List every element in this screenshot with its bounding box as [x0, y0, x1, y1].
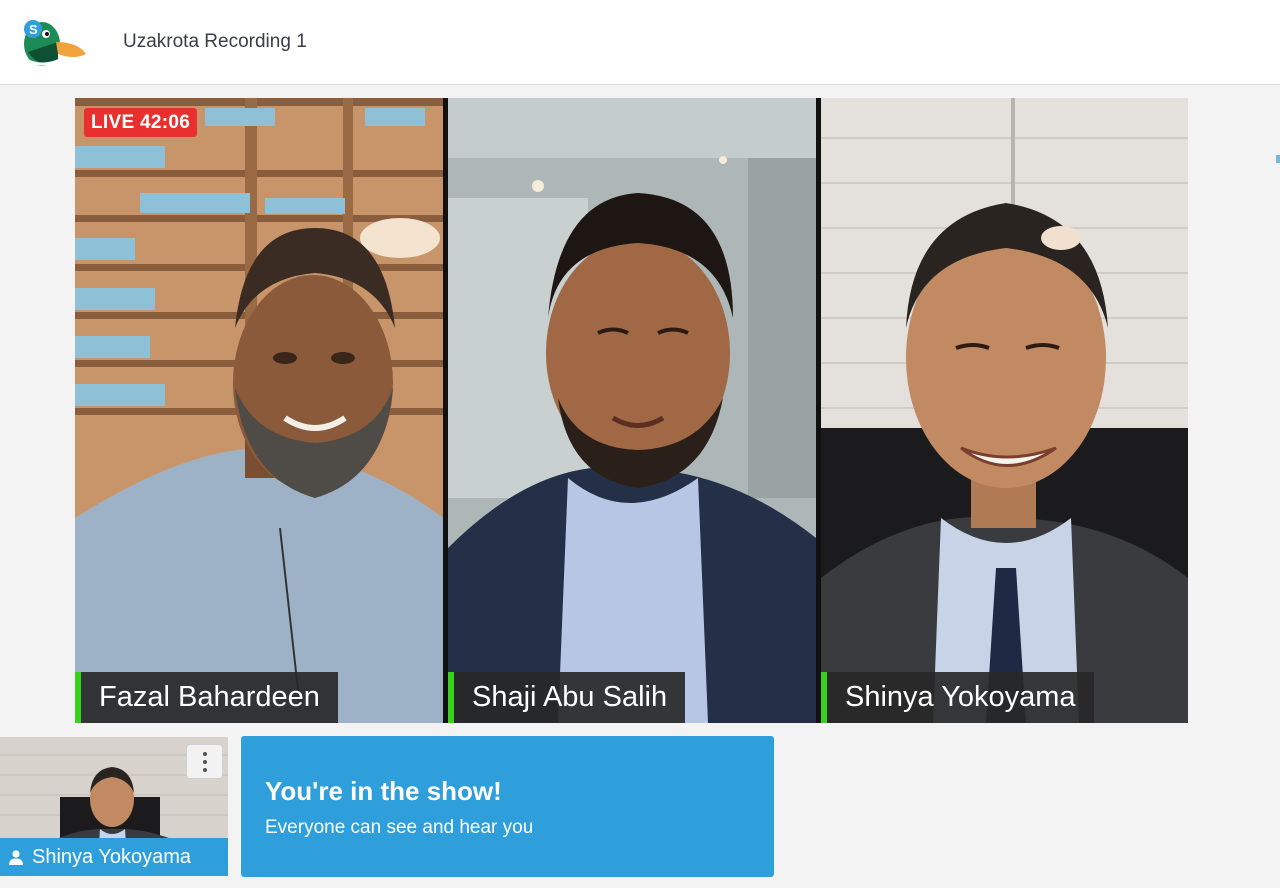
- video-stage: LIVE 42:06 Fazal Bahardeen Shaji Abu Sal…: [75, 98, 1188, 723]
- live-timer-badge: LIVE 42:06: [84, 108, 198, 137]
- participant-video-1: [75, 98, 443, 723]
- self-name-label: Shinya Yokoyama: [32, 846, 192, 868]
- more-vertical-icon[interactable]: [186, 744, 223, 779]
- participant-name-tag: Shinya Yokoyama: [821, 672, 1094, 723]
- participant-video-2: [448, 98, 816, 723]
- banner-title: You're in the show!: [265, 776, 502, 806]
- participant-video-3: [821, 98, 1188, 723]
- in-show-banner: You're in the show! Everyone can see and…: [241, 736, 774, 877]
- participant-name-tag: Shaji Abu Salih: [448, 672, 686, 723]
- top-bar: S Uzakrota Recording 1: [0, 0, 1280, 85]
- participant-tile-2[interactable]: Shaji Abu Salih: [448, 98, 816, 723]
- participant-tile-1[interactable]: LIVE 42:06 Fazal Bahardeen: [75, 98, 443, 723]
- self-view-tile[interactable]: Shinya Yokoyama: [0, 737, 228, 876]
- participant-name-tag: Fazal Bahardeen: [75, 672, 338, 723]
- duck-logo-icon[interactable]: S: [20, 12, 88, 70]
- recording-title: Uzakrota Recording 1: [123, 31, 307, 52]
- svg-text:S: S: [29, 22, 38, 37]
- self-name-bar: Shinya Yokoyama: [0, 838, 228, 876]
- person-icon: [9, 850, 23, 865]
- scroll-indicator: [1276, 155, 1280, 163]
- banner-subtitle: Everyone can see and hear you: [265, 817, 534, 838]
- participant-tile-3[interactable]: Shinya Yokoyama: [821, 98, 1188, 723]
